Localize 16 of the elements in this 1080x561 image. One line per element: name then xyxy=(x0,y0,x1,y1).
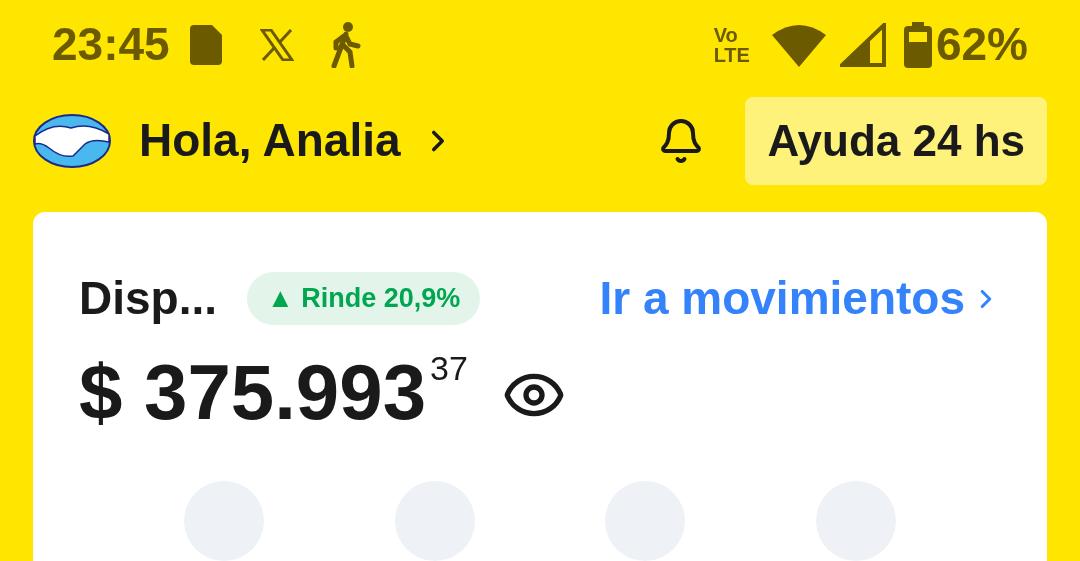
balance-amount: $ 375.993 xyxy=(79,347,426,431)
walking-person-icon xyxy=(329,21,362,68)
greeting-link[interactable]: Hola, Analia xyxy=(139,106,455,176)
wifi-icon xyxy=(771,22,826,67)
balance-title: Disp... xyxy=(79,271,218,326)
status-time: 23:45 xyxy=(52,17,170,73)
balance-cents: 37 xyxy=(430,348,468,389)
battery-icon xyxy=(903,21,932,68)
sd-card-icon xyxy=(189,24,222,65)
help-button[interactable]: Ayuda 24 hs xyxy=(745,96,1047,185)
signal-icon xyxy=(839,22,886,67)
volte-icon: Vo LTE xyxy=(713,24,750,65)
yield-badge: ▲ Rinde 20,9% xyxy=(247,272,481,325)
battery-percentage: 62% xyxy=(935,17,1028,73)
x-logo-icon xyxy=(259,28,294,61)
movements-link[interactable]: Ir a movimientos xyxy=(599,264,1001,333)
